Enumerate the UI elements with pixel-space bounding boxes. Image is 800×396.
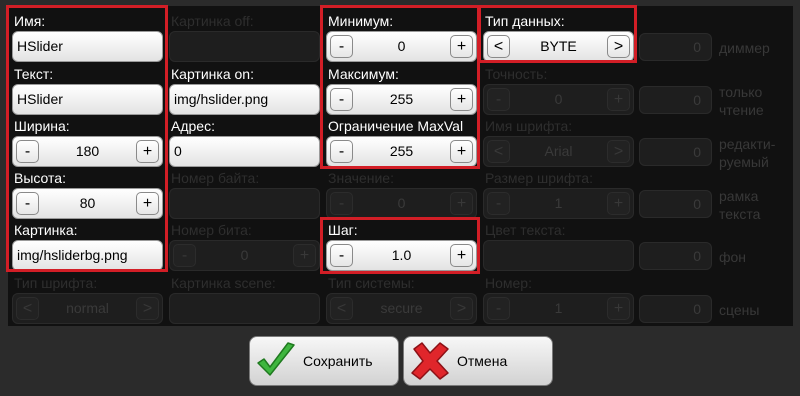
value-decrement-button: - bbox=[330, 192, 353, 215]
image-off-label: Картинка off: bbox=[171, 13, 254, 29]
system-type-selector: < secure > bbox=[326, 293, 477, 324]
highlight-frame-range bbox=[320, 5, 480, 169]
font-size-label: Размер шрифта: bbox=[485, 170, 593, 186]
highlight-frame-general bbox=[6, 5, 168, 272]
highlight-frame-data-type bbox=[478, 5, 637, 63]
image-on-field[interactable]: img/hslider.png bbox=[169, 84, 320, 115]
byte-number-label: Номер байта: bbox=[171, 170, 260, 186]
dimmer-field: 0 bbox=[639, 33, 712, 61]
value-increment-button: + bbox=[450, 192, 473, 215]
precision-value: 0 bbox=[554, 91, 563, 107]
cross-icon bbox=[411, 342, 449, 380]
checkmark-icon bbox=[257, 342, 295, 376]
precision-label: Точность: bbox=[485, 66, 548, 82]
bit-number-decrement-button: - bbox=[173, 244, 196, 267]
readonly-field: 0 bbox=[639, 86, 712, 114]
precision-increment-button: + bbox=[607, 88, 630, 111]
bg-field: 0 bbox=[639, 242, 712, 270]
number-stepper: - 1 + bbox=[483, 293, 634, 324]
bit-number-increment-button: + bbox=[293, 244, 316, 267]
image-off-field bbox=[169, 31, 320, 62]
bg-label: фон bbox=[719, 249, 747, 265]
font-type-next-button: > bbox=[136, 297, 159, 320]
frame-value: 0 bbox=[693, 196, 701, 212]
font-type-selector: < normal > bbox=[12, 293, 163, 324]
number-value: 1 bbox=[554, 300, 563, 316]
bit-number-label: Номер бита: bbox=[171, 222, 252, 238]
save-button-label: Сохранить bbox=[303, 353, 373, 369]
text-color-field bbox=[483, 240, 634, 271]
system-type-value: secure bbox=[380, 300, 423, 316]
system-type-next-button: > bbox=[450, 297, 473, 320]
editable-label: редакти-руемый bbox=[719, 136, 776, 170]
font-name-value: Arial bbox=[544, 143, 573, 159]
cancel-button-label: Отмена bbox=[457, 353, 508, 369]
precision-decrement-button: - bbox=[487, 88, 510, 111]
value-value: 0 bbox=[397, 195, 406, 211]
number-increment-button: + bbox=[607, 297, 630, 320]
number-decrement-button: - bbox=[487, 297, 510, 320]
cancel-button[interactable]: Отмена bbox=[403, 336, 553, 386]
font-size-value: 1 bbox=[554, 195, 563, 211]
font-type-value: normal bbox=[66, 300, 109, 316]
font-name-next-button: > bbox=[607, 140, 630, 163]
font-name-selector: < Arial > bbox=[483, 136, 634, 167]
readonly-value: 0 bbox=[693, 92, 701, 108]
number-label: Номер: bbox=[485, 275, 532, 291]
highlight-frame-step bbox=[320, 217, 480, 274]
scene-image-label: Картинка scene: bbox=[171, 275, 276, 291]
address-field[interactable]: 0 bbox=[169, 136, 320, 167]
bit-number-stepper: - 0 + bbox=[169, 240, 320, 271]
system-type-label: Тип системы: bbox=[328, 275, 415, 291]
font-size-decrement-button: - bbox=[487, 192, 510, 215]
font-size-increment-button: + bbox=[607, 192, 630, 215]
dimmer-label: диммер bbox=[719, 40, 770, 56]
image-on-label: Картинка on: bbox=[171, 66, 254, 82]
value-label: Значение: bbox=[328, 170, 394, 186]
dimmer-value: 0 bbox=[693, 39, 701, 55]
bit-number-value: 0 bbox=[240, 247, 249, 263]
byte-number-field bbox=[169, 188, 320, 219]
readonly-label: только чтение bbox=[719, 84, 764, 118]
text-color-label: Цвет текста: bbox=[485, 222, 566, 238]
font-name-prev-button: < bbox=[487, 140, 510, 163]
font-type-label: Тип шрифта: bbox=[14, 275, 98, 291]
scenes-field: 0 bbox=[639, 295, 712, 323]
bg-value: 0 bbox=[693, 248, 701, 264]
font-type-prev-button: < bbox=[16, 297, 39, 320]
scenes-label: сцены bbox=[719, 302, 760, 318]
save-button[interactable]: Сохранить bbox=[249, 336, 399, 386]
frame-field: 0 bbox=[639, 190, 712, 218]
scene-image-field bbox=[169, 293, 320, 324]
scenes-value: 0 bbox=[693, 301, 701, 317]
system-type-prev-button: < bbox=[330, 297, 353, 320]
value-stepper: - 0 + bbox=[326, 188, 477, 219]
font-size-stepper: - 1 + bbox=[483, 188, 634, 219]
font-name-label: Имя шрифта: bbox=[485, 118, 573, 134]
editable-field: 0 bbox=[639, 138, 712, 166]
frame-label: рамка текста bbox=[719, 188, 761, 222]
editable-value: 0 bbox=[693, 144, 701, 160]
address-label: Адрес: bbox=[171, 118, 215, 134]
precision-stepper: - 0 + bbox=[483, 84, 634, 115]
